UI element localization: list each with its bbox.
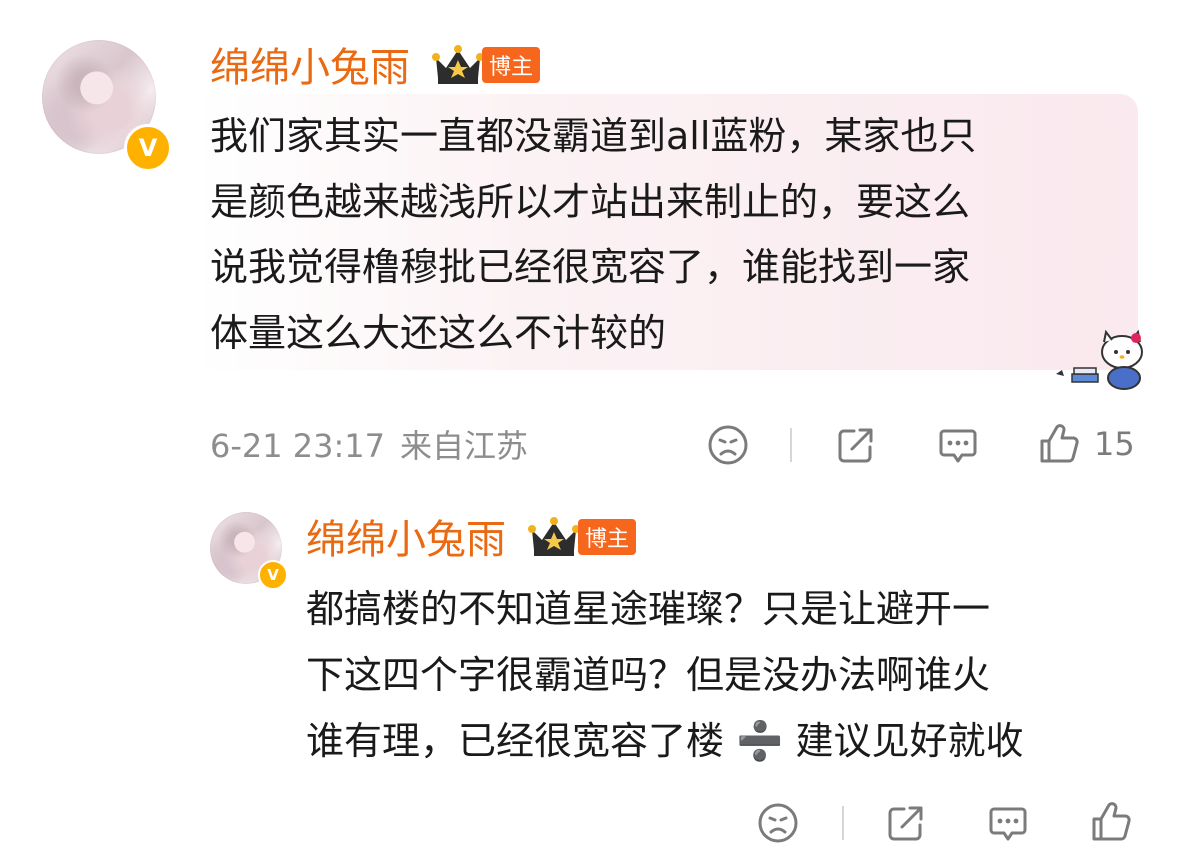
share-icon (888, 806, 923, 841)
crown-icon (528, 517, 580, 556)
comment-icon (939, 429, 977, 463)
thumbs-up-icon (1092, 802, 1131, 841)
comment-icon (989, 807, 1027, 841)
reply-button[interactable] (936, 422, 982, 468)
verified-badge-icon: V (124, 124, 172, 172)
divider (842, 806, 844, 840)
thumbs-up-icon (1040, 424, 1079, 463)
reply-username[interactable]: 绵绵小兔雨 (306, 512, 506, 568)
frown-face-icon (758, 803, 798, 843)
reply-text: 都搞楼的不知道星途璀璨？只是让避开一 下这四个字很霸道吗？但是没办法啊谁火 谁有… (306, 587, 1024, 763)
reply-user-badge: 博主 (526, 516, 636, 558)
comment-location: 来自江苏 (400, 427, 529, 465)
like-button[interactable]: 15 (1036, 420, 1135, 468)
user-badge: 博主 (430, 44, 540, 86)
reply-like-button[interactable] (1088, 798, 1136, 846)
reply-comment-button[interactable] (986, 800, 1032, 846)
comment-datetime: 6-21 23:17 (210, 427, 386, 465)
username[interactable]: 绵绵小兔雨 (210, 40, 410, 96)
like-count: 15 (1094, 425, 1135, 463)
crown-icon (432, 45, 484, 84)
blogger-tag: 博主 (482, 47, 540, 83)
frown-face-icon (708, 425, 748, 465)
comment-text: 我们家其实一直都没霸道到all蓝粉，某家也只 是颜色越来越浅所以才站出来制止的，… (210, 114, 977, 355)
dislike-button[interactable] (706, 422, 752, 468)
reply-dislike-button[interactable] (756, 800, 802, 846)
reply-share-button[interactable] (884, 800, 930, 846)
share-icon (838, 428, 873, 463)
blogger-tag: 博主 (578, 519, 636, 555)
hello-kitty-sticker-icon (1056, 329, 1143, 390)
verified-badge-icon: V (258, 560, 288, 590)
divider (790, 428, 792, 462)
share-button[interactable] (834, 422, 880, 468)
